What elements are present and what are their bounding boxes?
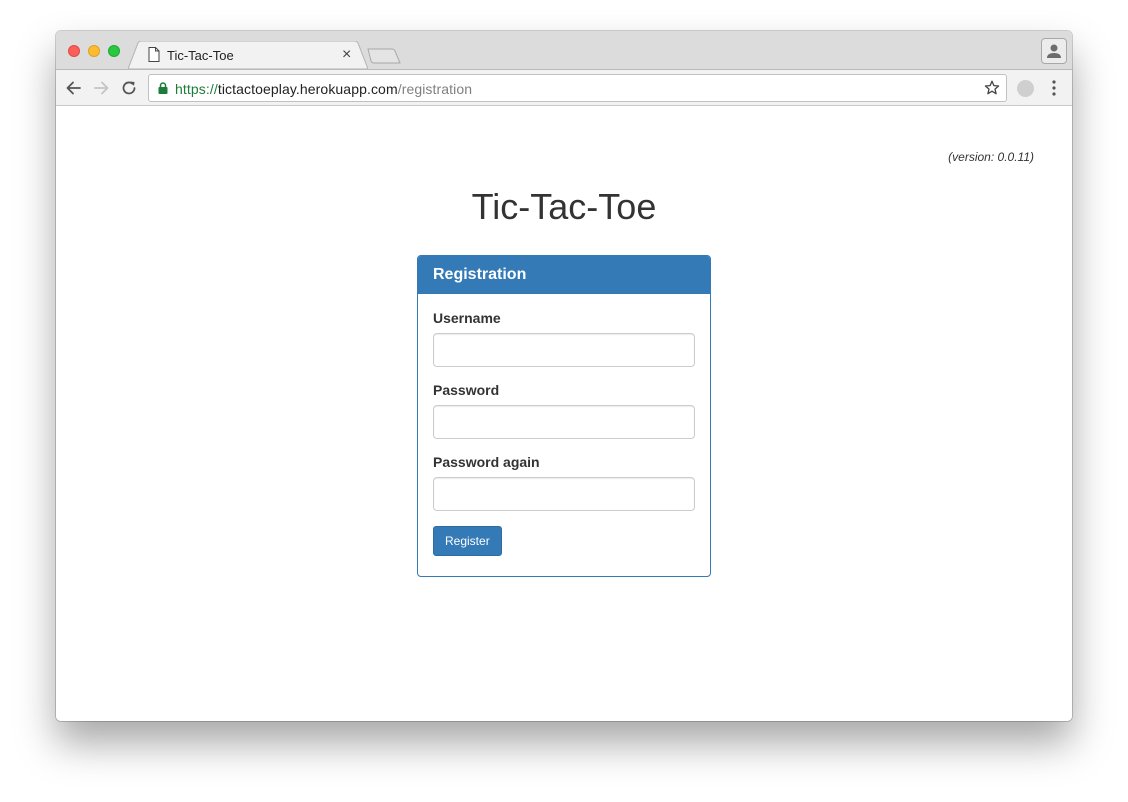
- more-menu-icon[interactable]: [1048, 79, 1060, 97]
- tab-title: Tic-Tac-Toe: [167, 48, 234, 63]
- tab-strip: Tic-Tac-Toe ×: [56, 31, 1072, 69]
- bookmark-star-icon[interactable]: [984, 80, 1000, 96]
- tab-close-icon[interactable]: ×: [342, 45, 351, 65]
- panel-heading: Registration: [418, 256, 710, 294]
- new-tab-button[interactable]: [366, 48, 402, 64]
- url-scheme: https://: [175, 81, 218, 97]
- forward-arrow-icon[interactable]: [92, 79, 110, 97]
- person-icon: [1047, 44, 1061, 58]
- password-input[interactable]: [433, 405, 695, 439]
- registration-panel: Registration Username Password Password …: [417, 255, 711, 577]
- browser-toolbar: https://tictactoeplay.herokuapp.com/regi…: [56, 69, 1072, 106]
- username-group: Username: [433, 310, 695, 367]
- browser-tab-active[interactable]: Tic-Tac-Toe ×: [128, 41, 368, 69]
- page-content: (version: 0.0.11) Tic-Tac-Toe Registrati…: [56, 106, 1072, 721]
- password-label: Password: [433, 382, 500, 398]
- url-path: /registration: [397, 81, 473, 97]
- register-button[interactable]: Register: [433, 526, 502, 556]
- close-window-button[interactable]: [68, 45, 80, 57]
- registration-form: Username Password Password again Registe…: [418, 294, 710, 571]
- profile-button[interactable]: [1041, 38, 1067, 64]
- password-again-group: Password again: [433, 454, 695, 511]
- password-again-label: Password again: [433, 454, 540, 470]
- zoom-window-button[interactable]: [108, 45, 120, 57]
- address-bar[interactable]: https://tictactoeplay.herokuapp.com/regi…: [148, 74, 1007, 102]
- url-text: https://tictactoeplay.herokuapp.com/regi…: [175, 81, 472, 97]
- back-arrow-icon[interactable]: [65, 79, 83, 97]
- document-icon: [148, 47, 160, 62]
- browser-window: Tic-Tac-Toe × https://tictactoeplay.hero…: [56, 31, 1072, 721]
- username-input[interactable]: [433, 333, 695, 367]
- url-host: tictactoeplay.herokuapp.com: [217, 81, 398, 97]
- password-group: Password: [433, 382, 695, 439]
- password-again-input[interactable]: [433, 477, 695, 511]
- lock-icon: [158, 82, 168, 94]
- version-label: (version: 0.0.11): [948, 150, 1034, 164]
- extension-icon[interactable]: [1017, 80, 1034, 97]
- minimize-window-button[interactable]: [88, 45, 100, 57]
- username-label: Username: [433, 310, 501, 326]
- reload-icon[interactable]: [120, 79, 138, 97]
- page-title: Tic-Tac-Toe: [471, 186, 657, 227]
